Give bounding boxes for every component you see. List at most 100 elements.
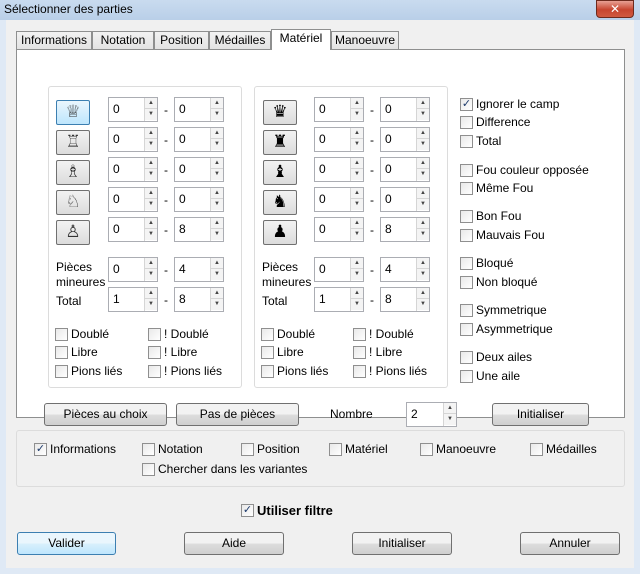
white-doubled-checkbox[interactable]: Doublé [55,328,109,342]
filter-maneuver-checkbox[interactable]: Manoeuvre [420,443,496,457]
black-total-min[interactable]: 1 ▲ ▼ [314,287,364,312]
spin-arrows[interactable]: ▲ ▼ [210,98,223,121]
not-blocked-checkbox[interactable]: Non bloqué [460,276,537,290]
spin-arrows[interactable]: ▲ ▼ [210,158,223,181]
white-pawn-button[interactable]: ♙ [56,220,90,245]
spin-arrows[interactable]: ▲ ▼ [210,188,223,211]
black-not-passed-checkbox[interactable]: ! Libre [353,346,402,360]
close-button[interactable]: ✕ [596,0,634,18]
black-rook-max[interactable]: 0 ▲ ▼ [380,127,430,152]
black-knight-max[interactable]: 0 ▲ ▼ [380,187,430,212]
black-knight-min[interactable]: 0 ▲ ▼ [314,187,364,212]
ignore-side-checkbox[interactable]: ✓ Ignorer le camp [460,98,559,112]
white-queen-min[interactable]: 0 ▲ ▼ [108,97,158,122]
white-bishop-max[interactable]: 0 ▲ ▼ [174,157,224,182]
black-minor-max[interactable]: 4 ▲ ▼ [380,257,430,282]
same-bishops-checkbox[interactable]: Même Fou [460,182,533,196]
black-queen-min[interactable]: 0 ▲ ▼ [314,97,364,122]
white-pawn-max[interactable]: 8 ▲ ▼ [174,217,224,242]
black-knight-button[interactable]: ♞ [263,190,297,215]
black-pawn-min[interactable]: 0 ▲ ▼ [314,217,364,242]
black-queen-max[interactable]: 0 ▲ ▼ [380,97,430,122]
difference-checkbox[interactable]: Difference [460,116,530,130]
black-rook-button[interactable]: ♜ [263,130,297,155]
spin-arrows[interactable]: ▲ ▼ [144,98,157,121]
black-pawn-max[interactable]: 8 ▲ ▼ [380,217,430,242]
tab-position[interactable]: Position [154,31,209,49]
black-bishop-button[interactable]: ♝ [263,160,297,185]
cancel-button[interactable]: Annuler [520,532,620,555]
filter-position-checkbox[interactable]: Position [241,443,300,457]
spin-arrows[interactable]: ▲ ▼ [144,128,157,151]
tab-materiel[interactable]: Matériel [271,29,331,50]
spin-arrows[interactable]: ▲ ▼ [210,218,223,241]
white-queen-button[interactable]: ♕ [56,100,90,125]
spin-arrows[interactable]: ▲ ▼ [210,258,223,281]
white-not-doubled-checkbox[interactable]: ! Doublé [148,328,209,342]
white-passed-checkbox[interactable]: Libre [55,346,98,360]
white-minor-min[interactable]: 0 ▲ ▼ [108,257,158,282]
black-bishop-min[interactable]: 0 ▲ ▼ [314,157,364,182]
spin-arrows[interactable]: ▲ ▼ [416,128,429,151]
total-checkbox[interactable]: Total [460,135,501,149]
black-not-connected-checkbox[interactable]: ! Pions liés [353,365,427,379]
two-wings-checkbox[interactable]: Deux ailes [460,351,532,365]
material-reset-button[interactable]: Initialiser [492,403,589,426]
no-pieces-button[interactable]: Pas de pièces [176,403,299,426]
spin-arrows[interactable]: ▲ ▼ [350,188,363,211]
spin-arrows[interactable]: ▲ ▼ [416,98,429,121]
black-not-doubled-checkbox[interactable]: ! Doublé [353,328,414,342]
spin-arrows[interactable]: ▲ ▼ [210,128,223,151]
bad-bishop-checkbox[interactable]: Mauvais Fou [460,229,545,243]
help-button[interactable]: Aide [184,532,284,555]
white-not-passed-checkbox[interactable]: ! Libre [148,346,197,360]
validate-button[interactable]: Valider [17,532,116,555]
black-bishop-max[interactable]: 0 ▲ ▼ [380,157,430,182]
spin-arrows[interactable]: ▲ ▼ [144,158,157,181]
black-doubled-checkbox[interactable]: Doublé [261,328,315,342]
tab-medailles[interactable]: Médailles [209,31,271,49]
filter-notation-checkbox[interactable]: Notation [142,443,203,457]
spin-arrows[interactable]: ▲ ▼ [144,258,157,281]
spin-arrows[interactable]: ▲ ▼ [350,258,363,281]
spin-arrows[interactable]: ▲ ▼ [350,158,363,181]
pieces-choice-button[interactable]: Pièces au choix [44,403,167,426]
tab-notation[interactable]: Notation [92,31,154,49]
black-minor-min[interactable]: 0 ▲ ▼ [314,257,364,282]
spin-arrows[interactable]: ▲ ▼ [144,218,157,241]
white-knight-max[interactable]: 0 ▲ ▼ [174,187,224,212]
white-bishop-button[interactable]: ♗ [56,160,90,185]
spin-arrows[interactable]: ▲ ▼ [443,403,456,426]
filter-informations-checkbox[interactable]: ✓ Informations [34,443,116,457]
symmetric-checkbox[interactable]: Symmetrique [460,304,547,318]
spin-arrows[interactable]: ▲ ▼ [416,188,429,211]
use-filter-checkbox[interactable]: ✓ Utiliser filtre [241,504,333,518]
black-queen-button[interactable]: ♛ [263,100,297,125]
filter-material-checkbox[interactable]: Matériel [329,443,388,457]
spin-arrows[interactable]: ▲ ▼ [416,158,429,181]
search-variations-checkbox[interactable]: Chercher dans les variantes [142,463,307,477]
spin-arrows[interactable]: ▲ ▼ [416,258,429,281]
white-knight-button[interactable]: ♘ [56,190,90,215]
spin-arrows[interactable]: ▲ ▼ [350,288,363,311]
blocked-checkbox[interactable]: Bloqué [460,257,513,271]
white-not-connected-checkbox[interactable]: ! Pions liés [148,365,222,379]
white-total-max[interactable]: 8 ▲ ▼ [174,287,224,312]
spin-arrows[interactable]: ▲ ▼ [144,288,157,311]
black-pawn-button[interactable]: ♟ [263,220,297,245]
spin-arrows[interactable]: ▲ ▼ [416,218,429,241]
white-rook-max[interactable]: 0 ▲ ▼ [174,127,224,152]
spin-arrows[interactable]: ▲ ▼ [350,128,363,151]
filter-medals-checkbox[interactable]: Médailles [530,443,597,457]
tab-manoeuvre[interactable]: Manoeuvre [331,31,399,49]
tab-informations[interactable]: Informations [16,31,92,49]
white-connected-checkbox[interactable]: Pions liés [55,365,122,379]
asymmetric-checkbox[interactable]: Asymmetrique [460,323,553,337]
white-rook-button[interactable]: ♖ [56,130,90,155]
spin-arrows[interactable]: ▲ ▼ [210,288,223,311]
white-rook-min[interactable]: 0 ▲ ▼ [108,127,158,152]
opposite-bishops-checkbox[interactable]: Fou couleur opposée [460,164,589,178]
black-rook-min[interactable]: 0 ▲ ▼ [314,127,364,152]
count-spinner[interactable]: 2 ▲ ▼ [406,402,457,427]
spin-arrows[interactable]: ▲ ▼ [144,188,157,211]
